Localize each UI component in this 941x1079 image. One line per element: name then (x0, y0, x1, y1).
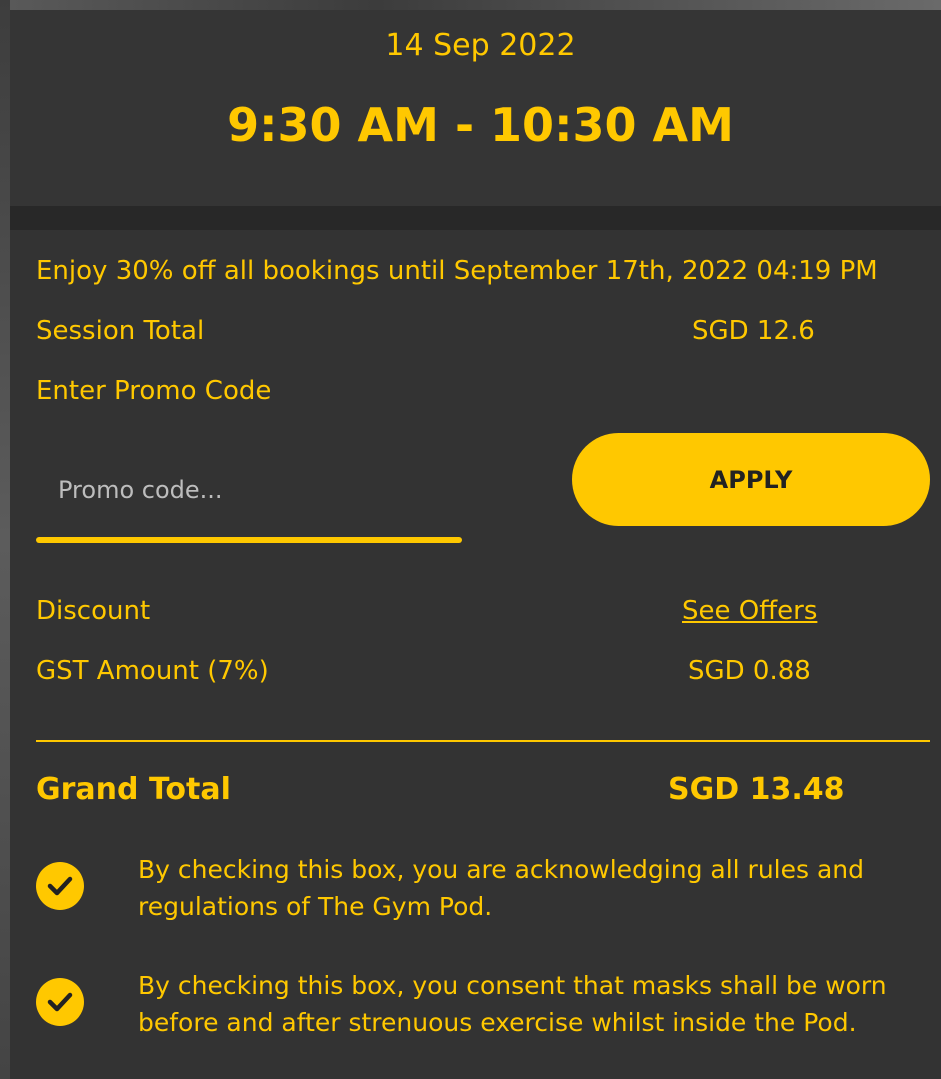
discount-label: Discount (36, 596, 151, 626)
gst-label: GST Amount (7%) (36, 656, 269, 686)
session-date: 14 Sep 2022 (385, 28, 576, 63)
grand-total-value: SGD 13.48 (668, 772, 845, 807)
background-edge (0, 0, 10, 1079)
check-icon (47, 992, 73, 1012)
grand-total-label: Grand Total (36, 772, 231, 807)
section-divider (10, 206, 941, 230)
apply-button[interactable]: APPLY (572, 433, 930, 526)
mask-consent-text: By checking this box, you consent that m… (138, 971, 887, 1037)
session-total-label: Session Total (36, 316, 205, 346)
session-total-value: SGD 12.6 (692, 316, 815, 346)
see-offers-link[interactable]: See Offers (682, 596, 817, 626)
promo-code-label: Enter Promo Code (36, 376, 272, 406)
booking-summary-panel (10, 230, 941, 1079)
gst-value: SGD 0.88 (688, 656, 811, 686)
promo-code-input[interactable] (36, 450, 462, 530)
promo-banner: Enjoy 30% off all bookings until Septemb… (36, 256, 878, 286)
promo-input-underline (36, 537, 462, 543)
rules-acknowledgement-text: By checking this box, you are acknowledg… (138, 855, 865, 921)
background-strip (0, 0, 941, 10)
rules-checkbox[interactable] (36, 862, 84, 910)
total-divider (36, 740, 930, 742)
check-icon (47, 876, 73, 896)
mask-consent-checkbox[interactable] (36, 978, 84, 1026)
session-time-range: 9:30 AM - 10:30 AM (227, 98, 734, 152)
